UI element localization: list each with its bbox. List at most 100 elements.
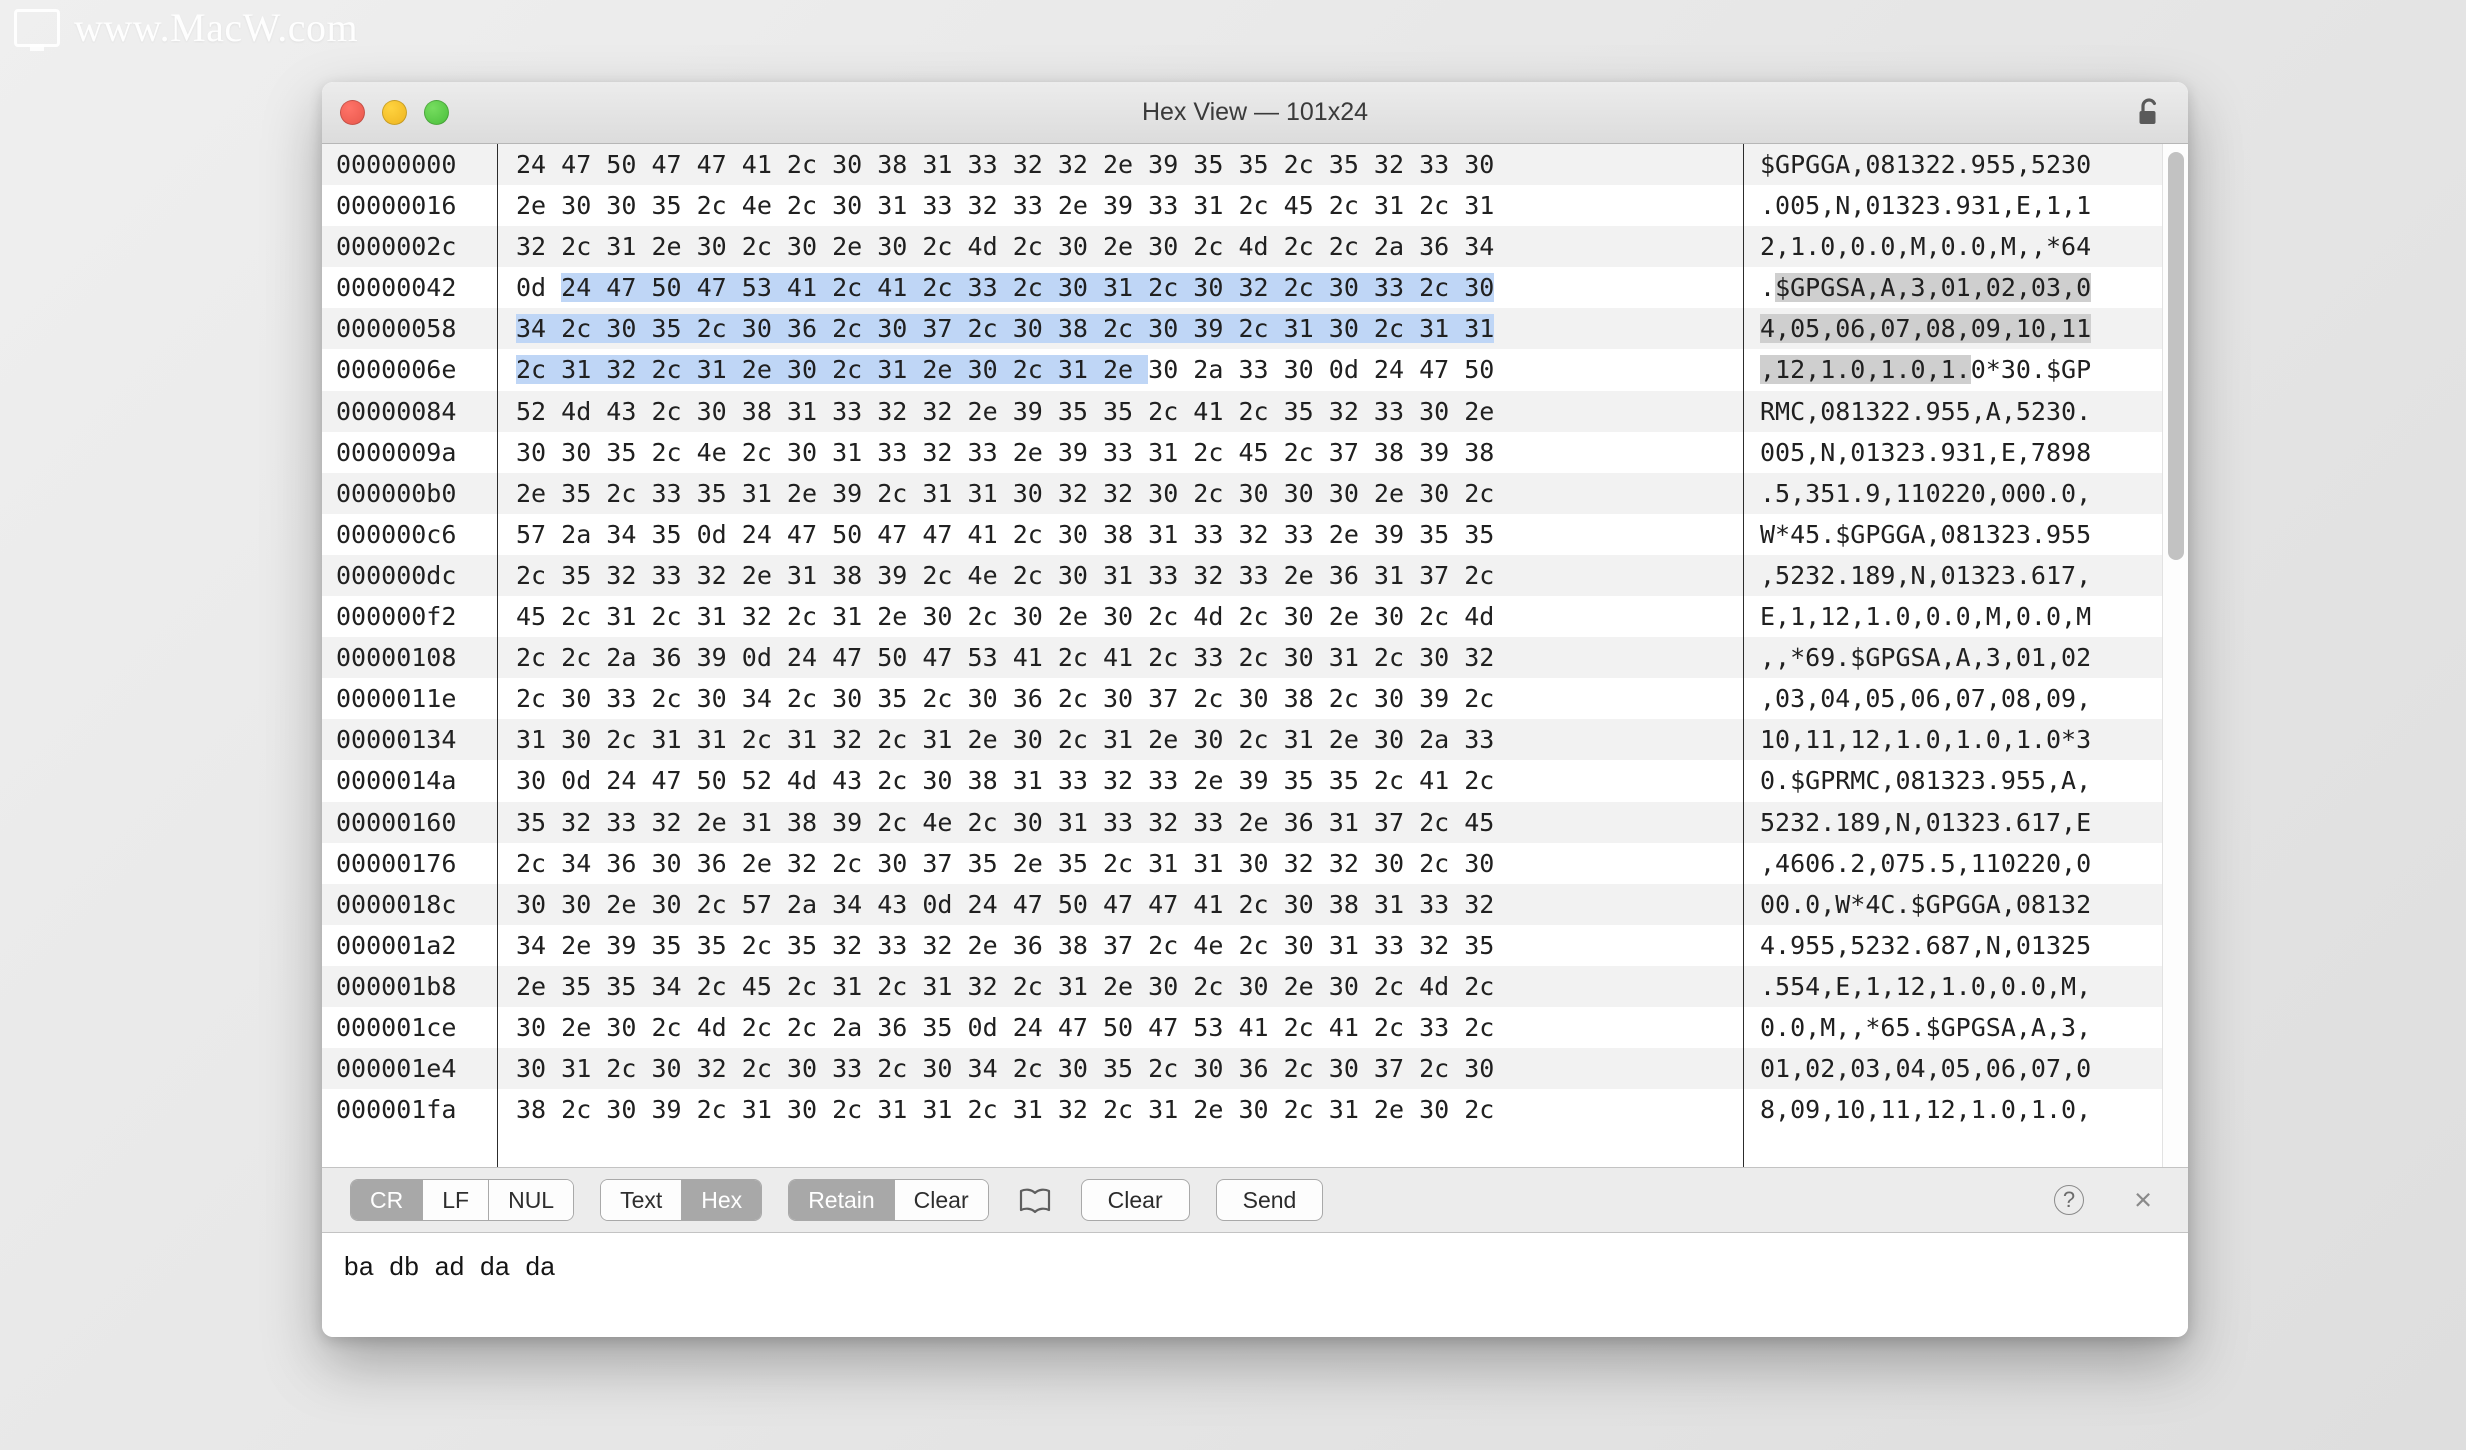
ascii-row[interactable]: 005,N,01323.931,E,7898 — [1744, 432, 2162, 473]
hex-bytes[interactable]: 30 30 35 2c 4e 2c 30 31 33 32 33 2e 39 3… — [516, 438, 1494, 467]
hex-row[interactable]: 2e 30 30 35 2c 4e 2c 30 31 33 32 33 2e 3… — [498, 185, 1743, 226]
ascii-text-selected[interactable]: $GPGSA,A,3,01,02,03,0 — [1775, 273, 2092, 303]
hex-row[interactable]: 2e 35 2c 33 35 31 2e 39 2c 31 31 30 32 3… — [498, 472, 1743, 514]
hex-row[interactable]: 2c 34 36 30 36 2e 32 2c 30 37 35 2e 35 2… — [498, 843, 1743, 884]
ascii-column[interactable]: $GPGGA,081322.955,5230.005,N,01323.931,E… — [1744, 144, 2162, 1168]
ascii-row[interactable]: 5232.189,N,01323.617,E — [1744, 801, 2162, 843]
hex-row[interactable]: 38 2c 30 39 2c 31 30 2c 31 31 2c 31 32 2… — [498, 1089, 1743, 1130]
ascii-text[interactable]: 2,1.0,0.0,M,0.0,M,,*64 — [1760, 232, 2091, 261]
ascii-text[interactable]: 01,02,03,04,05,06,07,0 — [1760, 1054, 2091, 1083]
retain-option-retain[interactable]: Retain — [789, 1180, 895, 1221]
hex-bytes-column[interactable]: 24 47 50 47 47 41 2c 30 38 31 33 32 32 2… — [498, 144, 1744, 1168]
vertical-scrollbar[interactable] — [2162, 144, 2188, 1168]
hex-bytes[interactable]: 2c 34 36 30 36 2e 32 2c 30 37 35 2e 35 2… — [516, 849, 1494, 878]
ascii-row[interactable]: RMC,081322.955,A,5230. — [1744, 390, 2162, 432]
send-input-area[interactable]: ba db ad da da — [322, 1233, 2188, 1337]
hex-bytes-selected[interactable]: 2c 31 32 2c 31 2e 30 2c 31 2e 30 2c 31 2… — [516, 355, 1149, 385]
hex-bytes[interactable]: 2c 30 33 2c 30 34 2c 30 35 2c 30 36 2c 3… — [516, 684, 1494, 713]
hex-row[interactable]: 34 2c 30 35 2c 30 36 2c 30 37 2c 30 38 2… — [498, 308, 1743, 350]
ascii-row[interactable]: E,1,12,1.0,0.0,M,0.0,M — [1744, 596, 2162, 637]
ascii-row[interactable]: $GPGGA,081322.955,5230 — [1744, 144, 2162, 186]
ascii-row[interactable]: 0.0,M,,*65.$GPGSA,A,3, — [1744, 1007, 2162, 1048]
ascii-text[interactable]: 4.955,5232.687,N,01325 — [1760, 931, 2091, 960]
hex-row[interactable]: 57 2a 34 35 0d 24 47 50 47 47 41 2c 30 3… — [498, 514, 1743, 555]
hex-row[interactable]: 31 30 2c 31 31 2c 31 32 2c 31 2e 30 2c 3… — [498, 719, 1743, 761]
ascii-row[interactable]: 2,1.0,0.0,M,0.0,M,,*64 — [1744, 226, 2162, 268]
ascii-text[interactable]: 8,09,10,11,12,1.0,1.0, — [1760, 1095, 2091, 1124]
ascii-text-selected[interactable]: ,12,1.0,1.0,1. — [1760, 355, 1971, 385]
hex-bytes[interactable]: 57 2a 34 35 0d 24 47 50 47 47 41 2c 30 3… — [516, 520, 1494, 549]
ascii-row[interactable]: 0.$GPRMC,081323.955,A, — [1744, 760, 2162, 801]
hex-bytes-selected[interactable]: 34 2c 30 35 2c 30 36 2c 30 37 2c 30 38 2… — [516, 314, 1495, 344]
hex-dump-area[interactable]: 00000000 00000016 0000002c 00000042 00000058… — [322, 144, 2188, 1168]
line-ending-segmented-control[interactable]: CR LF NUL — [350, 1179, 575, 1222]
ascii-row[interactable]: ,12,1.0,1.0,1.0*30.$GP — [1744, 349, 2162, 390]
hex-row[interactable]: 52 4d 43 2c 30 38 31 33 32 32 2e 39 35 3… — [498, 390, 1743, 432]
format-segmented-control[interactable]: Text Hex — [600, 1179, 763, 1222]
hex-row[interactable]: 35 32 33 32 2e 31 38 39 2c 4e 2c 30 31 3… — [498, 801, 1743, 843]
ascii-text[interactable]: ,,*69.$GPGSA,A,3,01,02 — [1760, 643, 2091, 672]
send-button[interactable]: Send — [1215, 1179, 1324, 1222]
hex-row[interactable]: 2c 30 33 2c 30 34 2c 30 35 2c 30 36 2c 3… — [498, 678, 1743, 719]
hex-bytes[interactable]: 38 2c 30 39 2c 31 30 2c 31 31 2c 31 32 2… — [516, 1095, 1494, 1124]
ascii-row[interactable]: .5,351.9,110220,000.0, — [1744, 472, 2162, 514]
ascii-row[interactable]: 01,02,03,04,05,06,07,0 — [1744, 1048, 2162, 1090]
hex-bytes[interactable]: 31 30 2c 31 31 2c 31 32 2c 31 2e 30 2c 3… — [516, 725, 1494, 754]
ascii-text[interactable]: 00.0,W*4C.$GPGGA,08132 — [1760, 890, 2091, 919]
hex-bytes[interactable]: 2e 35 35 34 2c 45 2c 31 2c 31 32 2c 31 2… — [516, 972, 1494, 1001]
line-ending-option-lf[interactable]: LF — [423, 1180, 490, 1221]
format-option-hex[interactable]: Hex — [682, 1180, 762, 1221]
close-window-button[interactable] — [340, 100, 365, 125]
ascii-row[interactable]: 10,11,12,1.0,1.0,1.0*3 — [1744, 719, 2162, 761]
ascii-row[interactable]: 4,05,06,07,08,09,10,11 — [1744, 308, 2162, 350]
ascii-text[interactable]: E,1,12,1.0,0.0,M,0.0,M — [1760, 602, 2091, 631]
hex-bytes[interactable]: 30 30 2e 30 2c 57 2a 34 43 0d 24 47 50 4… — [516, 890, 1494, 919]
ascii-text[interactable]: . — [1760, 273, 1775, 302]
hex-row[interactable]: 45 2c 31 2c 31 32 2c 31 2e 30 2c 30 2e 3… — [498, 596, 1743, 637]
hex-bytes[interactable]: 2c 2c 2a 36 39 0d 24 47 50 47 53 41 2c 4… — [516, 643, 1494, 672]
ascii-row[interactable]: 00.0,W*4C.$GPGGA,08132 — [1744, 883, 2162, 925]
retain-mode-segmented-control[interactable]: Retain Clear — [788, 1179, 989, 1222]
ascii-text[interactable]: .5,351.9,110220,000.0, — [1760, 479, 2091, 508]
ascii-text[interactable]: ,03,04,05,06,07,08,09, — [1760, 684, 2091, 713]
close-panel-icon[interactable]: × — [2126, 1182, 2160, 1217]
hex-row[interactable]: 30 30 35 2c 4e 2c 30 31 33 32 33 2e 39 3… — [498, 432, 1743, 473]
scrollbar-thumb[interactable] — [2168, 152, 2184, 560]
send-input-value[interactable]: ba db ad da da — [344, 1251, 2166, 1282]
unlocked-padlock-icon[interactable] — [2136, 97, 2162, 128]
hex-dump-scroll-region[interactable]: 00000000 00000016 0000002c 00000042 00000058… — [322, 144, 2162, 1168]
help-icon[interactable]: ? — [2054, 1185, 2084, 1216]
ascii-text-selected[interactable]: 4,05,06,07,08,09,10,11 — [1760, 314, 2092, 344]
ascii-text[interactable]: .005,N,01323.931,E,1,1 — [1760, 191, 2091, 220]
ascii-row[interactable]: .005,N,01323.931,E,1,1 — [1744, 185, 2162, 226]
ascii-row[interactable]: ,5232.189,N,01323.617, — [1744, 554, 2162, 597]
hex-bytes[interactable]: 2e 35 2c 33 35 31 2e 39 2c 31 31 30 32 3… — [516, 479, 1494, 508]
hex-row[interactable]: 24 47 50 47 47 41 2c 30 38 31 33 32 32 2… — [498, 144, 1743, 186]
minimize-window-button[interactable] — [382, 100, 407, 125]
ascii-row[interactable]: 4.955,5232.687,N,01325 — [1744, 925, 2162, 966]
hex-bytes[interactable]: 30 0d 24 47 50 52 4d 43 2c 30 38 31 33 3… — [516, 766, 1494, 795]
line-ending-option-cr[interactable]: CR — [351, 1180, 424, 1221]
ascii-text[interactable]: 0*30.$GP — [1971, 355, 2091, 384]
ascii-text[interactable]: 10,11,12,1.0,1.0,1.0*3 — [1760, 725, 2091, 754]
hex-bytes[interactable]: 34 2e 39 35 35 2c 35 32 33 32 2e 36 38 3… — [516, 931, 1494, 960]
ascii-row[interactable]: 8,09,10,11,12,1.0,1.0, — [1744, 1089, 2162, 1130]
hex-bytes[interactable]: 45 2c 31 2c 31 32 2c 31 2e 30 2c 30 2e 3… — [516, 602, 1494, 631]
ascii-row[interactable]: W*45.$GPGGA,081323.955 — [1744, 514, 2162, 555]
retain-option-clear[interactable]: Clear — [894, 1180, 988, 1221]
hex-row[interactable]: 30 0d 24 47 50 52 4d 43 2c 30 38 31 33 3… — [498, 760, 1743, 801]
hex-bytes[interactable]: 2c 35 32 33 32 2e 31 38 39 2c 4e 2c 30 3… — [516, 561, 1494, 590]
book-icon[interactable] — [1015, 1183, 1055, 1217]
hex-bytes[interactable]: 2e 30 30 35 2c 4e 2c 30 31 33 32 33 2e 3… — [516, 191, 1494, 220]
ascii-text[interactable]: 005,N,01323.931,E,7898 — [1760, 438, 2091, 467]
ascii-row[interactable]: ,4606.2,075.5,110220,0 — [1744, 843, 2162, 884]
hex-row[interactable]: 30 2e 30 2c 4d 2c 2c 2a 36 35 0d 24 47 5… — [498, 1007, 1743, 1048]
hex-bytes[interactable]: 52 4d 43 2c 30 38 31 33 32 32 2e 39 35 3… — [516, 397, 1494, 426]
ascii-text[interactable]: ,5232.189,N,01323.617, — [1760, 561, 2091, 590]
hex-row[interactable]: 30 31 2c 30 32 2c 30 33 2c 30 34 2c 30 3… — [498, 1048, 1743, 1090]
ascii-row[interactable]: .554,E,1,12,1.0,0.0,M, — [1744, 965, 2162, 1007]
ascii-text[interactable]: ,4606.2,075.5,110220,0 — [1760, 849, 2091, 878]
hex-bytes[interactable]: 24 47 50 47 47 41 2c 30 38 31 33 32 32 2… — [516, 150, 1494, 179]
line-ending-option-nul[interactable]: NUL — [489, 1180, 574, 1221]
ascii-row[interactable]: ,03,04,05,06,07,08,09, — [1744, 678, 2162, 719]
